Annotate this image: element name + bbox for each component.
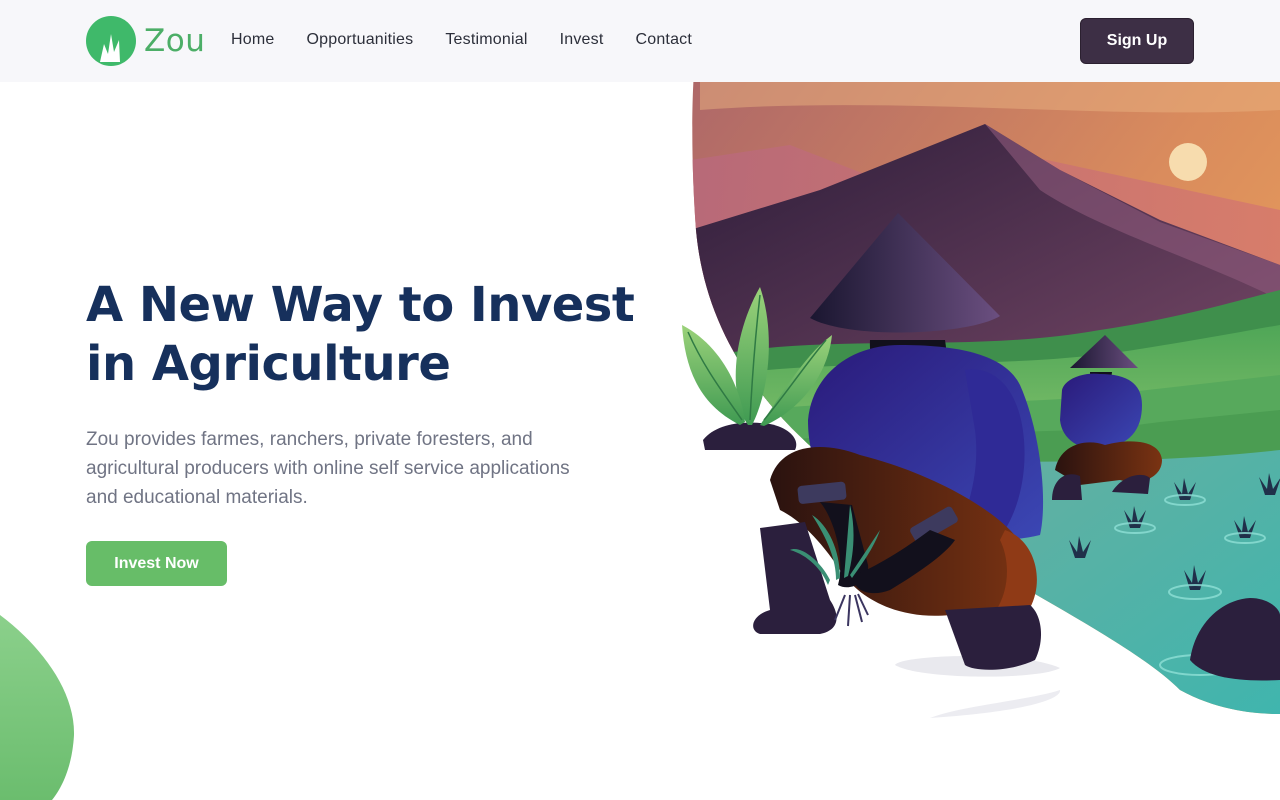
invest-now-button[interactable]: Invest Now xyxy=(86,541,227,586)
nav-item-invest[interactable]: Invest xyxy=(560,30,604,50)
hero-title-line-2: in Agriculture xyxy=(86,336,451,392)
hero-title: A New Way to Invest in Agriculture xyxy=(86,276,646,394)
nav-item-home[interactable]: Home xyxy=(231,30,274,50)
hero-description: Zou provides farmes, ranchers, private f… xyxy=(86,429,570,508)
top-navbar: Zou Home Opportuanities Testimonial Inve… xyxy=(0,0,1280,82)
hero-title-line-1: A New Way to Invest xyxy=(86,277,635,333)
decorative-green-blob xyxy=(0,615,75,800)
brand-logo[interactable]: Zou xyxy=(86,16,205,66)
grass-sprout-icon xyxy=(86,16,136,66)
hero-illustration xyxy=(682,0,1280,718)
nav-item-contact[interactable]: Contact xyxy=(635,30,692,50)
sign-up-button[interactable]: Sign Up xyxy=(1080,18,1194,64)
brand-name: Zou xyxy=(144,23,206,59)
nav-item-opportunities[interactable]: Opportuanities xyxy=(306,30,413,50)
main-nav: Home Opportuanities Testimonial Invest C… xyxy=(231,30,692,50)
nav-item-testimonial[interactable]: Testimonial xyxy=(445,30,527,50)
